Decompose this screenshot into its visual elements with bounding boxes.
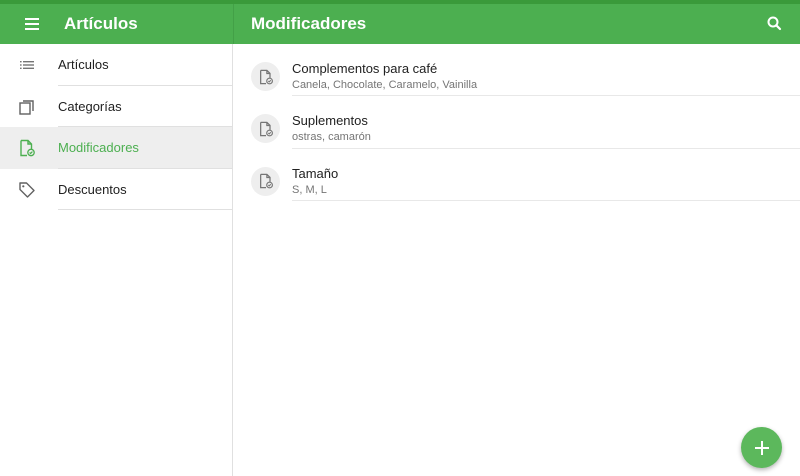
sidebar-nav: Artículos Categorías Modificadores Descu… (0, 44, 233, 476)
copy-stack-icon (19, 99, 34, 115)
plus-icon (754, 440, 769, 455)
document-check-icon (259, 69, 273, 84)
modifier-options: ostras, camarón (292, 131, 371, 144)
add-modifier-button[interactable] (741, 427, 782, 468)
tag-icon (19, 181, 35, 198)
modifier-name: Tamaño (292, 165, 339, 181)
list-icon (20, 61, 34, 69)
sidebar-app-bar: Artículos (0, 4, 233, 44)
divider (58, 209, 232, 210)
sidebar-item-modificadores[interactable]: Modificadores (0, 127, 232, 169)
page-title: Modificadores (251, 14, 367, 33)
hamburger-menu-button[interactable] (0, 4, 64, 44)
search-button[interactable] (765, 14, 785, 34)
list-item[interactable]: Tamaño S, M, L (234, 149, 800, 201)
divider (292, 199, 800, 201)
modifier-avatar (251, 114, 280, 144)
main-app-bar: Modificadores (234, 4, 800, 44)
sidebar-item-label: Categorías (58, 98, 122, 114)
document-check-icon (20, 139, 35, 157)
modifiers-list: Complementos para café Canela, Chocolate… (234, 44, 800, 476)
modifier-avatar (251, 62, 280, 91)
sidebar-item-label: Artículos (58, 57, 109, 73)
sidebar-title: Artículos (64, 14, 138, 33)
sidebar-item-label: Descuentos (58, 181, 127, 197)
sidebar-item-categorias[interactable]: Categorías (0, 86, 232, 127)
modifier-options: Canela, Chocolate, Caramelo, Vainilla (292, 79, 478, 91)
sidebar-item-descuentos[interactable]: Descuentos (0, 169, 232, 210)
list-item[interactable]: Suplementos ostras, camarón (234, 96, 800, 149)
modifier-name: Complementos para café (292, 61, 438, 76)
sidebar-item-articulos[interactable]: Artículos (0, 44, 232, 86)
hamburger-icon (25, 18, 39, 30)
document-check-icon (259, 121, 273, 137)
modifier-avatar (251, 166, 280, 196)
search-icon (767, 16, 782, 31)
list-item[interactable]: Complementos para café Canela, Chocolate… (234, 44, 800, 97)
document-check-icon (259, 173, 273, 189)
modifier-name: Suplementos (292, 113, 368, 129)
modifier-options: S, M, L (292, 183, 327, 196)
sidebar-item-label: Modificadores (58, 140, 139, 156)
